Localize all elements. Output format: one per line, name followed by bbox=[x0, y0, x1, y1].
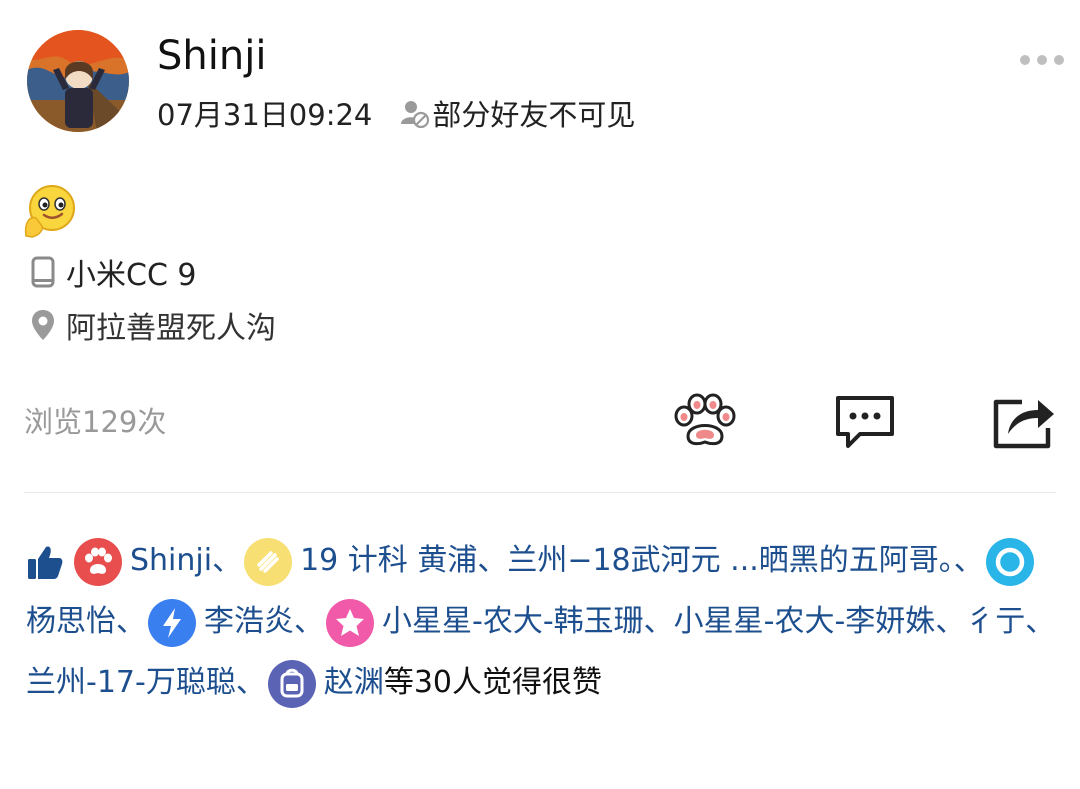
like-user[interactable]: Shinji bbox=[130, 543, 212, 578]
phone-icon bbox=[31, 256, 55, 288]
comment-icon[interactable] bbox=[832, 390, 898, 452]
likes-list: Shinji、 19 计科 黄浦、兰州−18武河元 ...晒黑的五阿哥。、 杨思怡、… bbox=[26, 530, 1056, 713]
user-badge-paw bbox=[74, 537, 122, 586]
thumbs-up-icon bbox=[28, 545, 63, 579]
device-row: 小米CC 9 bbox=[28, 252, 197, 293]
user-badge-rocket bbox=[244, 537, 293, 586]
post-time: 07月31日09:24 bbox=[157, 98, 373, 132]
like-user[interactable]: 小星星-农大-韩玉珊 bbox=[382, 604, 644, 639]
person-blocked-icon bbox=[401, 101, 430, 129]
like-user[interactable]: 19 计科 黄浦、兰州−18武河元 ...晒黑的五阿哥。 bbox=[300, 543, 954, 578]
username[interactable]: Shinji bbox=[157, 32, 266, 80]
user-badge-bolt bbox=[148, 598, 196, 647]
thinking-smile-emoji bbox=[24, 185, 75, 238]
visibility-label: 部分好友不可见 bbox=[432, 98, 636, 132]
likes-summary: 等30人觉得很赞 bbox=[383, 665, 603, 700]
location-label: 阿拉善盟死人沟 bbox=[66, 311, 276, 346]
location-pin-icon bbox=[32, 310, 54, 340]
post-meta: 07月31日09:24 部分好友不可见 bbox=[157, 95, 636, 132]
user-badge-backpack bbox=[267, 659, 316, 708]
avatar[interactable] bbox=[27, 30, 129, 132]
view-count: 浏览129次 bbox=[24, 405, 167, 439]
user-badge-star bbox=[326, 598, 374, 647]
location-row[interactable]: 阿拉善盟死人沟 bbox=[28, 305, 276, 346]
share-icon[interactable] bbox=[992, 390, 1058, 452]
divider bbox=[24, 492, 1056, 493]
device-label: 小米CC 9 bbox=[66, 258, 197, 293]
like-user[interactable]: 杨思怡 bbox=[26, 604, 116, 639]
like-user[interactable]: 李浩炎 bbox=[204, 604, 294, 639]
paw-icon[interactable] bbox=[670, 390, 740, 452]
like-user[interactable]: 小星星-农大-李妍姝 bbox=[674, 604, 936, 639]
like-user[interactable]: 赵渊 bbox=[324, 665, 384, 700]
user-badge-ring bbox=[985, 537, 1034, 586]
more-dots-icon[interactable] bbox=[1020, 52, 1064, 68]
